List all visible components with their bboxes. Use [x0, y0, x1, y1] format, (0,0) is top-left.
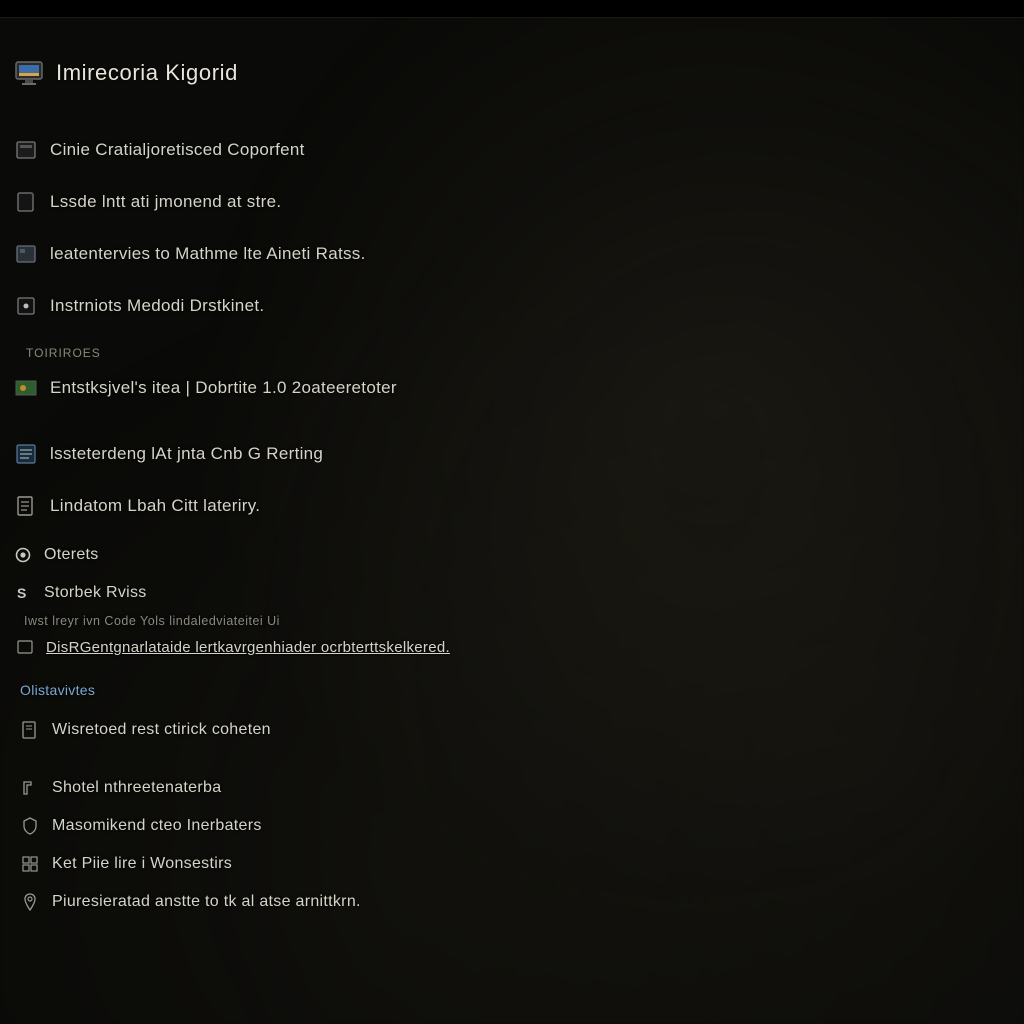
flag-icon — [14, 376, 38, 400]
page-icon — [20, 720, 40, 740]
section1-item-1[interactable]: lssteterdeng lAt jnta Cnb G Rerting — [14, 442, 1016, 466]
storek-label: Storbek Rviss — [44, 584, 147, 602]
start-menu-panel: Imirecoria Kigorid Cinie Cratialjoretisc… — [0, 18, 1024, 912]
final-item-4[interactable]: Piuresieratad anstte to tk al atse arnit… — [20, 892, 1016, 912]
section1-item-0[interactable]: Entstksjvel's itea | Dobrtite 1.0 2oatee… — [14, 376, 1016, 400]
final-item-2[interactable]: Masomikend cteo Inerbaters — [20, 816, 1016, 836]
radio-icon — [14, 546, 32, 564]
primary-item-2-label: leatentervies to Mathme lte Aineti Ratss… — [50, 244, 366, 264]
tool-icon — [20, 778, 40, 798]
primary-item-0[interactable]: Cinie Cratialjoretisced Coporfent — [14, 138, 1016, 162]
box-icon — [14, 138, 38, 162]
final-item-0-label: Wisretoed rest ctirick coheten — [52, 721, 271, 739]
tile-icon — [14, 242, 38, 266]
monitor-icon — [14, 58, 44, 88]
final-item-1[interactable]: Shotel nthreetenaterba — [20, 778, 1016, 798]
final-item-1-label: Shotel nthreetenaterba — [52, 779, 221, 797]
link-box-icon — [16, 638, 34, 656]
pin-icon — [20, 892, 40, 912]
header-row[interactable]: Imirecoria Kigorid — [14, 58, 1016, 88]
section1-item-0-label: Entstksjvel's itea | Dobrtite 1.0 2oatee… — [50, 378, 397, 398]
section1-item-2[interactable]: Lindatom Lbah Citt lateriry. — [14, 494, 1016, 518]
dot-box-icon — [14, 294, 38, 318]
primary-item-1[interactable]: Lssde lntt ati jmonend at stre. — [14, 190, 1016, 214]
section-1-header: TOIRIROES — [26, 346, 1016, 360]
primary-item-3-label: Instrniots Medodi Drstkinet. — [50, 296, 264, 316]
primary-item-2[interactable]: leatentervies to Mathme lte Aineti Ratss… — [14, 242, 1016, 266]
document-icon — [14, 494, 38, 518]
shield-icon — [20, 816, 40, 836]
small-line-label: Iwst lreyr ivn Code Yols lindaledviateit… — [24, 614, 280, 628]
header-title: Imirecoria Kigorid — [56, 60, 238, 86]
final-item-3-label: Ket Piie lire i Wonsestirs — [52, 855, 232, 873]
options-label: Oterets — [44, 546, 99, 564]
options-row[interactable]: Oterets — [14, 546, 1016, 564]
window-topbar — [0, 0, 1024, 18]
storek-row[interactable]: S Storbek Rviss — [14, 584, 1016, 602]
primary-item-3[interactable]: Instrniots Medodi Drstkinet. — [14, 294, 1016, 318]
s-icon: S — [14, 584, 32, 602]
list-icon — [14, 442, 38, 466]
subheader-row: Olistavivtes — [20, 682, 1016, 698]
final-item-0[interactable]: Wisretoed rest ctirick coheten — [20, 720, 1016, 740]
small-line: Iwst lreyr ivn Code Yols lindaledviateit… — [24, 614, 1016, 628]
link-line-link[interactable]: DisRGentgnarlataide lertkavrgenhiader oc… — [46, 639, 450, 656]
final-item-4-label: Piuresieratad anstte to tk al atse arnit… — [52, 893, 361, 911]
grid-icon — [20, 854, 40, 874]
note-icon — [14, 190, 38, 214]
link-line-label: DisRGentgnarlataide lertkavrgenhiader oc… — [46, 639, 450, 656]
section1-item-2-label: Lindatom Lbah Citt lateriry. — [50, 496, 260, 516]
final-item-3[interactable]: Ket Piie lire i Wonsestirs — [20, 854, 1016, 874]
primary-item-0-label: Cinie Cratialjoretisced Coporfent — [50, 140, 305, 160]
final-item-2-label: Masomikend cteo Inerbaters — [52, 817, 262, 835]
primary-item-1-label: Lssde lntt ati jmonend at stre. — [50, 192, 281, 212]
svg-text:S: S — [17, 585, 26, 601]
link-line[interactable]: DisRGentgnarlataide lertkavrgenhiader oc… — [16, 638, 1016, 656]
section1-item-1-label: lssteterdeng lAt jnta Cnb G Rerting — [50, 444, 323, 464]
subheader-label: Olistavivtes — [20, 682, 95, 698]
